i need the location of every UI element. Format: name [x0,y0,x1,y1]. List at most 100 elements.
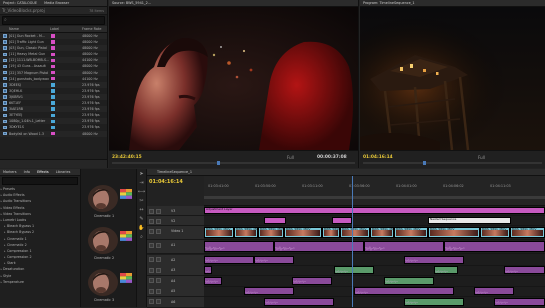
label-swatch[interactable] [51,70,55,75]
program-monitor-title[interactable]: Program: TimelineSequence_1 [360,0,545,7]
timeline-clip[interactable]: BWS_5891_MOV [428,227,480,238]
audio-clip[interactable] [364,241,444,252]
label-swatch[interactable] [51,125,55,130]
timeline-ruler[interactable]: 01:03:41:00 01:03:50:00 01:03:11:00 01:03:5… [204,176,545,206]
timeline-clip[interactable]: BWS_5891_MOV [204,227,234,238]
timeline-clip[interactable]: BWS_5891_MOV [258,227,284,238]
audio-clip[interactable] [354,287,454,295]
hand-tool-icon[interactable]: ✋ [138,224,146,232]
program-scrubber[interactable] [363,161,542,165]
solo-track-icon[interactable] [156,267,161,273]
label-swatch[interactable] [51,101,55,105]
timeline-clip[interactable]: BWS_5891_MOV [370,227,394,238]
label-swatch[interactable] [51,46,55,50]
lock-track-icon[interactable] [156,208,161,214]
toggle-output-icon[interactable] [149,218,154,224]
mute-track-icon[interactable] [149,267,154,273]
label-swatch[interactable] [51,58,55,63]
project-search-input[interactable]: ⌕ [2,16,105,25]
ripple-edit-icon[interactable]: ⟷ [138,188,146,196]
audio-clip[interactable] [204,255,254,264]
timeline-clip[interactable]: BWS_5891_MOV [480,227,510,238]
timeline-clip[interactable] [332,217,352,224]
label-swatch[interactable] [51,40,55,44]
source-fit-dropdown[interactable]: Full [287,155,294,160]
tab-markers[interactable]: Markers [3,170,17,174]
timeline-timecode[interactable]: 01:04:16:14 [149,179,183,185]
effects-tree-item[interactable]: ▸ Temperature [0,279,80,285]
timeline-playhead[interactable] [352,176,353,307]
source-playhead[interactable] [217,161,220,165]
tab-effects[interactable]: Effects [37,170,49,174]
zoom-tool-icon[interactable]: ⌕ [138,233,146,241]
audio-clip[interactable] [474,287,514,295]
source-timecode-current[interactable]: 23:42:40:15 [112,155,142,160]
lumetri-look-item[interactable]: Cinematic 2 [85,227,135,263]
label-swatch[interactable] [51,52,55,57]
tab-media-browser[interactable]: Media Browser [44,1,69,5]
solo-track-icon[interactable] [156,299,161,304]
lock-track-icon[interactable] [156,218,161,224]
column-name[interactable]: Name [9,26,19,33]
track-select-icon[interactable]: ⇥ [138,179,146,187]
mute-track-icon[interactable] [149,242,154,248]
timeline-clip[interactable]: BWS_5891_MOV [322,227,340,238]
audio-clip[interactable] [384,276,434,285]
solo-track-icon[interactable] [156,257,161,262]
timeline-clip[interactable]: BWS_5891_MOV [510,227,545,238]
source-scrubber[interactable] [112,161,355,165]
tab-info[interactable]: Info [24,170,30,174]
audio-clip[interactable] [434,266,458,274]
razor-tool-icon[interactable]: ✂ [138,197,146,205]
lumetri-look-item[interactable]: Cinematic 1 [85,185,135,221]
tab-libraries[interactable]: Libraries [56,170,71,174]
label-swatch[interactable] [51,131,55,136]
label-swatch[interactable] [51,34,55,38]
disclosure-triangle-icon[interactable]: ▸ [1,279,3,285]
lock-track-icon[interactable] [156,228,161,234]
label-swatch[interactable] [51,113,55,118]
audio-clip[interactable] [292,276,332,285]
label-swatch[interactable] [51,64,55,69]
audio-clip[interactable] [504,266,545,274]
lumetri-look-item[interactable]: Cinematic 3 [85,269,135,305]
toggle-output-icon[interactable] [149,208,154,214]
audio-clip[interactable] [334,266,374,274]
program-fit-dropdown[interactable]: Full [478,155,485,160]
label-swatch[interactable] [51,76,55,81]
audio-clip[interactable] [264,297,334,306]
mute-track-icon[interactable] [149,288,154,294]
selection-tool-icon[interactable]: ➤ [138,170,146,178]
timeline-clip[interactable]: BWS_5891_MOV [284,227,322,238]
work-area-bar[interactable] [204,196,545,199]
audio-clip[interactable] [204,266,212,274]
audio-clip[interactable] [444,241,545,252]
solo-track-icon[interactable] [156,278,161,283]
timeline-clip[interactable]: BWS_5891_MOV [340,227,370,238]
audio-clip[interactable] [204,276,222,285]
mute-track-icon[interactable] [149,299,154,304]
mute-track-icon[interactable] [149,257,154,262]
column-framerate[interactable]: Frame Rate [82,26,101,33]
timeline-clip[interactable]: Adjustment Layer [204,207,545,214]
pen-tool-icon[interactable]: ✎ [138,215,146,223]
timeline-tab[interactable]: TimelineSequence_1 [147,169,545,176]
label-swatch[interactable] [51,89,55,93]
timeline-clip[interactable]: BWS_5891_MOV [394,227,428,238]
audio-clip[interactable] [404,255,464,264]
audio-clip[interactable] [404,297,464,306]
slip-tool-icon[interactable]: ↔ [138,206,146,214]
solo-track-icon[interactable] [156,288,161,294]
label-swatch[interactable] [51,119,55,124]
mute-track-icon[interactable] [149,278,154,283]
source-monitor-title[interactable]: Source: BWS_5941_2... [109,0,358,7]
timeline-clip[interactable]: BWS_5891_MOV [234,227,258,238]
timeline-clip-selected[interactable]: Nested Sequence [428,217,511,224]
solo-track-icon[interactable] [156,242,161,248]
timeline-clip[interactable] [264,217,286,224]
program-timecode-current[interactable]: 01:04:16:14 [363,155,393,160]
audio-clip[interactable] [254,255,294,264]
tab-project[interactable]: Project: CATALOGUE [3,1,37,5]
effects-search-input[interactable] [2,177,78,185]
program-playhead[interactable] [423,161,426,165]
